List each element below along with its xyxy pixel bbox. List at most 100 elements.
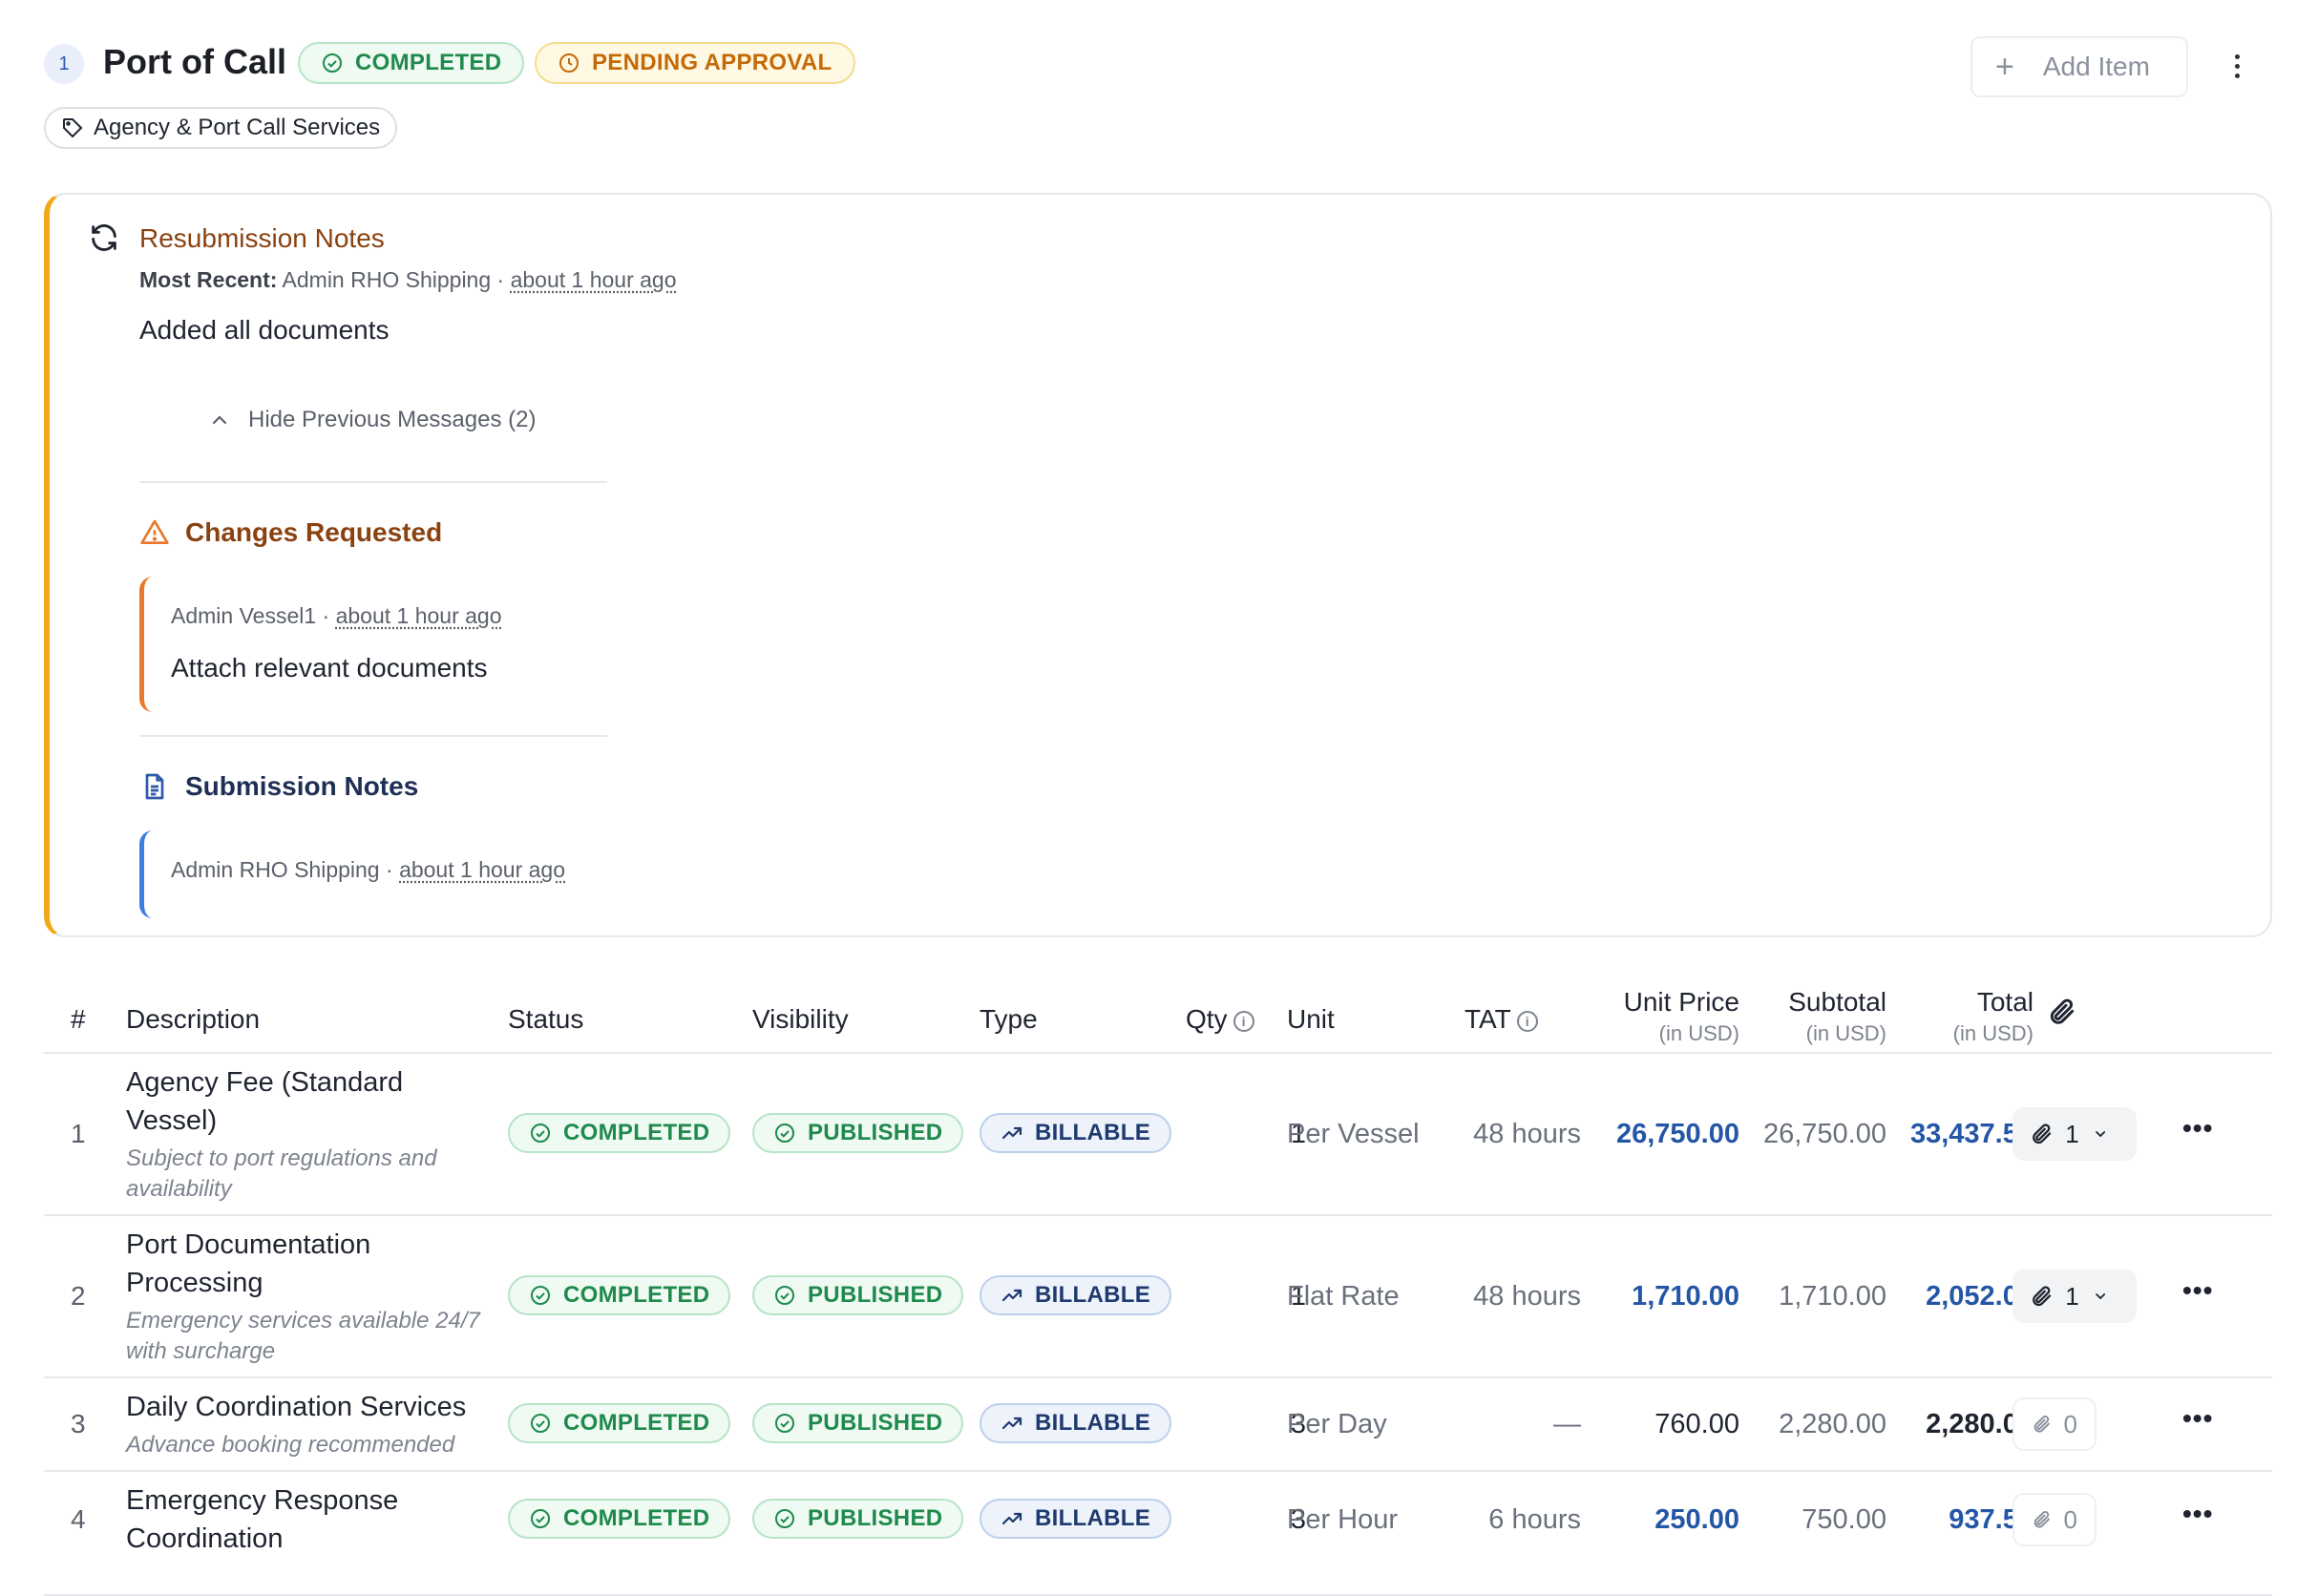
info-icon[interactable]: i bbox=[1516, 1010, 1538, 1032]
visibility-label: PUBLISHED bbox=[808, 1410, 943, 1436]
item-unit-price: 26,750.00 bbox=[1615, 1119, 1739, 1149]
document-icon bbox=[145, 773, 164, 800]
divider bbox=[139, 735, 607, 737]
item-tat: 48 hours bbox=[1473, 1119, 1581, 1149]
item-name: Emergency Response Coordination bbox=[126, 1485, 399, 1554]
trending-up-icon bbox=[1001, 1126, 1022, 1140]
type-label: BILLABLE bbox=[1035, 1410, 1151, 1436]
row-more-icon[interactable]: ••• bbox=[2182, 1113, 2213, 1144]
col-header-tat-label: TAT bbox=[1465, 1004, 1511, 1034]
col-header-num: # bbox=[71, 1004, 86, 1034]
col-header-unit-price-sub: (in USD) bbox=[1658, 1021, 1739, 1045]
row-description: Port Documentation Processing Emergency … bbox=[126, 1226, 508, 1367]
most-recent-author: Admin RHO Shipping bbox=[282, 267, 492, 292]
divider bbox=[139, 481, 607, 483]
changes-requested-title: Changes Requested bbox=[185, 517, 443, 547]
section-header: 1 Port of Call COMPLETED PENDING APPROVA… bbox=[44, 40, 2278, 149]
status-label: COMPLETED bbox=[563, 1410, 710, 1436]
row-description: Agency Fee (Standard Vessel) Subject to … bbox=[126, 1063, 508, 1205]
attachments-dropdown[interactable]: 1 bbox=[2012, 1107, 2137, 1161]
table-row[interactable]: 3 Daily Coordination Services Advance bo… bbox=[44, 1378, 2272, 1472]
clock-icon bbox=[559, 53, 579, 73]
item-tat: 6 hours bbox=[1488, 1504, 1581, 1535]
chevron-down-icon bbox=[2095, 1131, 2105, 1138]
category-tag-label: Agency & Port Call Services bbox=[94, 115, 381, 140]
attachments-button[interactable]: 0 bbox=[2012, 1397, 2097, 1451]
check-circle-icon bbox=[531, 1124, 550, 1143]
approval-badge: PENDING APPROVAL bbox=[535, 42, 855, 84]
col-header-attachments bbox=[2047, 997, 2077, 1034]
status-badge: COMPLETED bbox=[508, 1113, 731, 1153]
check-circle-icon bbox=[775, 1124, 794, 1143]
check-circle-icon bbox=[323, 53, 342, 73]
more-vertical-icon[interactable] bbox=[2223, 52, 2251, 80]
type-badge: BILLABLE bbox=[980, 1113, 1172, 1153]
refresh-icon bbox=[92, 224, 116, 251]
most-recent-time: about 1 hour ago bbox=[510, 267, 677, 292]
item-note: Emergency services available 24/7 with s… bbox=[126, 1308, 480, 1364]
resubmission-notes-title: Resubmission Notes bbox=[139, 223, 385, 253]
item-name: Daily Coordination Services bbox=[126, 1392, 467, 1422]
section-number-badge: 1 bbox=[44, 44, 84, 84]
col-header-unit: Unit bbox=[1287, 1004, 1335, 1034]
status-badge: COMPLETED bbox=[508, 1403, 731, 1443]
plus-icon: + bbox=[1995, 48, 2014, 85]
col-header-type: Type bbox=[980, 1004, 1038, 1034]
type-label: BILLABLE bbox=[1035, 1505, 1151, 1531]
table-row[interactable]: 4 Emergency Response Coordination COMPLE… bbox=[44, 1472, 2272, 1596]
submission-meta: Admin RHO Shipping · about 1 hour ago bbox=[171, 857, 565, 882]
changes-time: about 1 hour ago bbox=[335, 603, 502, 628]
col-header-total-sub: (in USD) bbox=[1952, 1021, 2034, 1045]
submission-notes-message: Admin RHO Shipping · about 1 hour ago bbox=[139, 830, 617, 918]
row-number: 2 bbox=[71, 1281, 86, 1311]
changes-text: Attach relevant documents bbox=[171, 653, 488, 682]
type-label: BILLABLE bbox=[1035, 1120, 1151, 1145]
status-badge: COMPLETED bbox=[508, 1275, 731, 1315]
chevron-down-icon bbox=[2095, 1293, 2105, 1300]
paperclip-icon bbox=[2034, 1510, 2050, 1528]
page-title: Port of Call bbox=[103, 42, 287, 81]
item-unit-price: 1,710.00 bbox=[1632, 1281, 1739, 1312]
row-more-icon[interactable]: ••• bbox=[2182, 1499, 2213, 1529]
type-badge: BILLABLE bbox=[980, 1403, 1172, 1443]
add-item-button[interactable]: + Add Item bbox=[1970, 36, 2188, 97]
changes-author: Admin Vessel1 bbox=[171, 603, 317, 628]
col-header-unit-price-label: Unit Price bbox=[1623, 987, 1739, 1017]
col-header-visibility: Visibility bbox=[752, 1004, 849, 1034]
submission-notes-title: Submission Notes bbox=[185, 771, 419, 801]
attachment-count: 1 bbox=[2065, 1119, 2079, 1148]
attachments-button[interactable]: 0 bbox=[2012, 1493, 2097, 1546]
type-badge: BILLABLE bbox=[980, 1499, 1172, 1539]
row-more-icon[interactable]: ••• bbox=[2182, 1275, 2213, 1306]
check-circle-icon bbox=[531, 1414, 550, 1433]
status-badge: COMPLETED bbox=[508, 1499, 731, 1539]
table-row[interactable]: 1 Agency Fee (Standard Vessel) Subject t… bbox=[44, 1054, 2272, 1216]
info-icon[interactable]: i bbox=[1233, 1010, 1254, 1032]
row-description: Emergency Response Coordination bbox=[126, 1481, 508, 1558]
item-name: Agency Fee (Standard Vessel) bbox=[126, 1067, 404, 1136]
status-badge: COMPLETED bbox=[298, 42, 525, 84]
col-header-subtotal-label: Subtotal bbox=[1788, 987, 1886, 1017]
table-row[interactable]: 2 Port Documentation Processing Emergenc… bbox=[44, 1216, 2272, 1378]
approval-badge-label: PENDING APPROVAL bbox=[592, 50, 832, 75]
check-circle-icon bbox=[531, 1509, 550, 1528]
check-circle-icon bbox=[775, 1286, 794, 1305]
item-note: Subject to port regulations and availabi… bbox=[126, 1145, 437, 1202]
warning-triangle-icon bbox=[140, 519, 169, 544]
row-number: 4 bbox=[71, 1504, 86, 1534]
hide-previous-label: Hide Previous Messages (2) bbox=[248, 407, 537, 432]
row-more-icon[interactable]: ••• bbox=[2182, 1403, 2213, 1434]
category-tag: Agency & Port Call Services bbox=[44, 107, 398, 149]
paperclip-icon bbox=[2033, 1124, 2052, 1144]
item-total: 2,052.00 bbox=[1926, 1281, 2034, 1312]
status-label: COMPLETED bbox=[563, 1120, 710, 1145]
col-header-subtotal: Subtotal (in USD) bbox=[1734, 987, 1886, 1046]
col-header-subtotal-sub: (in USD) bbox=[1805, 1021, 1886, 1045]
item-note: Advance booking recommended bbox=[126, 1432, 455, 1458]
hide-previous-messages-button[interactable]: Hide Previous Messages (2) bbox=[208, 407, 536, 433]
visibility-badge: PUBLISHED bbox=[752, 1113, 964, 1153]
visibility-badge: PUBLISHED bbox=[752, 1499, 964, 1539]
paperclip-icon bbox=[2033, 1286, 2052, 1307]
attachment-count: 0 bbox=[2063, 1409, 2077, 1438]
attachments-dropdown[interactable]: 1 bbox=[2012, 1270, 2137, 1323]
